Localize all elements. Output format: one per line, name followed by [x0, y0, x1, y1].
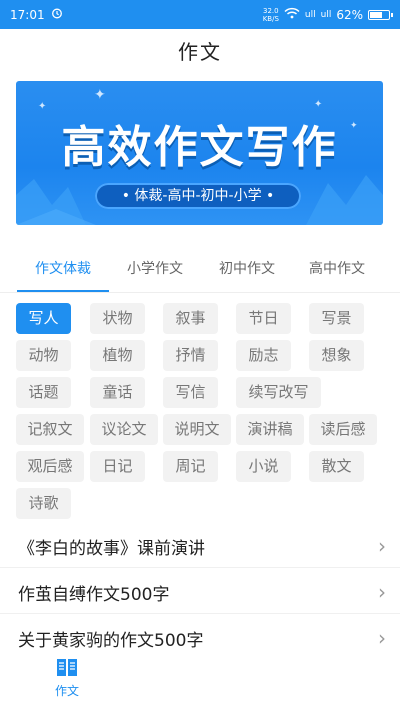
page-title: 作文	[178, 40, 222, 64]
tag-item[interactable]: 小说	[236, 451, 291, 482]
status-bar: 17:01 32.0 KB/S ull ull 62%	[0, 0, 400, 29]
tab-primary-school[interactable]: 小学作文	[109, 252, 201, 292]
article-row[interactable]: 作茧自缚作文500字 ›	[0, 570, 400, 614]
article-title: 关于黄家驹的作文500字	[18, 631, 204, 651]
chevron-right-icon: ›	[378, 626, 386, 650]
tag-item[interactable]: 状物	[90, 303, 145, 334]
chevron-right-icon: ›	[378, 580, 386, 604]
tag-item[interactable]: 续写改写	[236, 377, 321, 408]
battery-percent: 62%	[336, 7, 363, 22]
status-time: 17:01	[10, 7, 45, 22]
tab-high-school[interactable]: 高中作文	[291, 252, 383, 292]
tag-item[interactable]: 励志	[236, 340, 291, 371]
article-row[interactable]: 关于黄家驹的作文500字 ›	[0, 616, 400, 660]
tag-item[interactable]: 观后感	[16, 451, 84, 482]
tag-item[interactable]: 植物	[90, 340, 145, 371]
sparkle-icon: ✦	[314, 99, 323, 110]
tag-item[interactable]: 演讲稿	[236, 414, 304, 445]
tag-item[interactable]: 话题	[16, 377, 71, 408]
bottom-nav: 作文	[0, 656, 400, 711]
tag-item[interactable]: 节日	[236, 303, 291, 334]
tab-middle-school[interactable]: 初中作文	[201, 252, 293, 292]
article-title: 作茧自缚作文500字	[18, 585, 170, 605]
tag-item[interactable]: 说明文	[163, 414, 231, 445]
tag-item[interactable]: 议论文	[90, 414, 158, 445]
article-row[interactable]: 《李白的故事》课前演讲 ›	[0, 524, 400, 568]
wifi-icon	[284, 7, 300, 22]
tag-item[interactable]: 写人	[16, 303, 71, 334]
promo-banner[interactable]: ✦ ✦ ✦ ✦ 高效作文写作 • 体裁-高中-初中-小学 •	[16, 81, 383, 225]
tag-item[interactable]: 抒情	[163, 340, 218, 371]
tag-item[interactable]: 读后感	[309, 414, 377, 445]
signal-icon-2: ull	[320, 9, 332, 20]
tag-item[interactable]: 诗歌	[16, 488, 71, 519]
tag-item[interactable]: 写信	[163, 377, 218, 408]
tag-item[interactable]: 童话	[90, 377, 145, 408]
sparkle-icon: ✦	[94, 87, 106, 103]
tag-item[interactable]: 写景	[309, 303, 364, 334]
banner-headline: 高效作文写作	[61, 122, 338, 173]
chevron-right-icon: ›	[378, 534, 386, 558]
tag-item[interactable]: 散文	[309, 451, 364, 482]
tabs-divider	[0, 292, 400, 293]
net-speed: 32.0 KB/S	[262, 6, 279, 23]
battery-icon	[368, 9, 393, 20]
nav-item-essay[interactable]: 作文	[42, 656, 92, 699]
tag-item[interactable]: 想象	[309, 340, 364, 371]
signal-icon-1: ull	[304, 9, 316, 20]
category-tabs: 作文体裁 小学作文 初中作文 高中作文	[0, 252, 400, 292]
banner-subline: • 体裁-高中-初中-小学 •	[95, 183, 301, 209]
tag-item[interactable]: 叙事	[163, 303, 218, 334]
nav-label: 作文	[54, 684, 79, 698]
tag-item[interactable]: 记叙文	[16, 414, 84, 445]
book-icon	[57, 659, 77, 676]
tag-item[interactable]: 日记	[90, 451, 145, 482]
article-title: 《李白的故事》课前演讲	[18, 539, 205, 559]
tab-genre[interactable]: 作文体裁	[17, 252, 109, 292]
alarm-icon	[51, 7, 63, 22]
tag-item[interactable]: 周记	[163, 451, 218, 482]
tag-item[interactable]: 动物	[16, 340, 71, 371]
